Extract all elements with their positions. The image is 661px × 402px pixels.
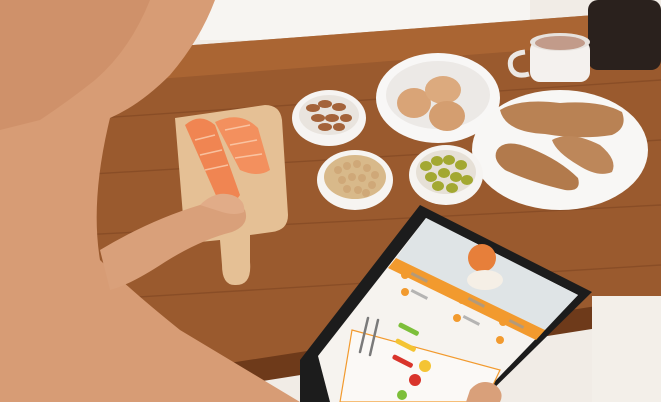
almond-bowl (292, 90, 366, 146)
olive-bowl (409, 145, 483, 205)
photo-scene (0, 0, 661, 402)
background-floor (592, 296, 661, 402)
sweet-potato-plate (472, 90, 648, 210)
chickpea-bowl (317, 150, 393, 210)
photo-illustration (0, 0, 661, 402)
dark-jar (588, 0, 661, 70)
